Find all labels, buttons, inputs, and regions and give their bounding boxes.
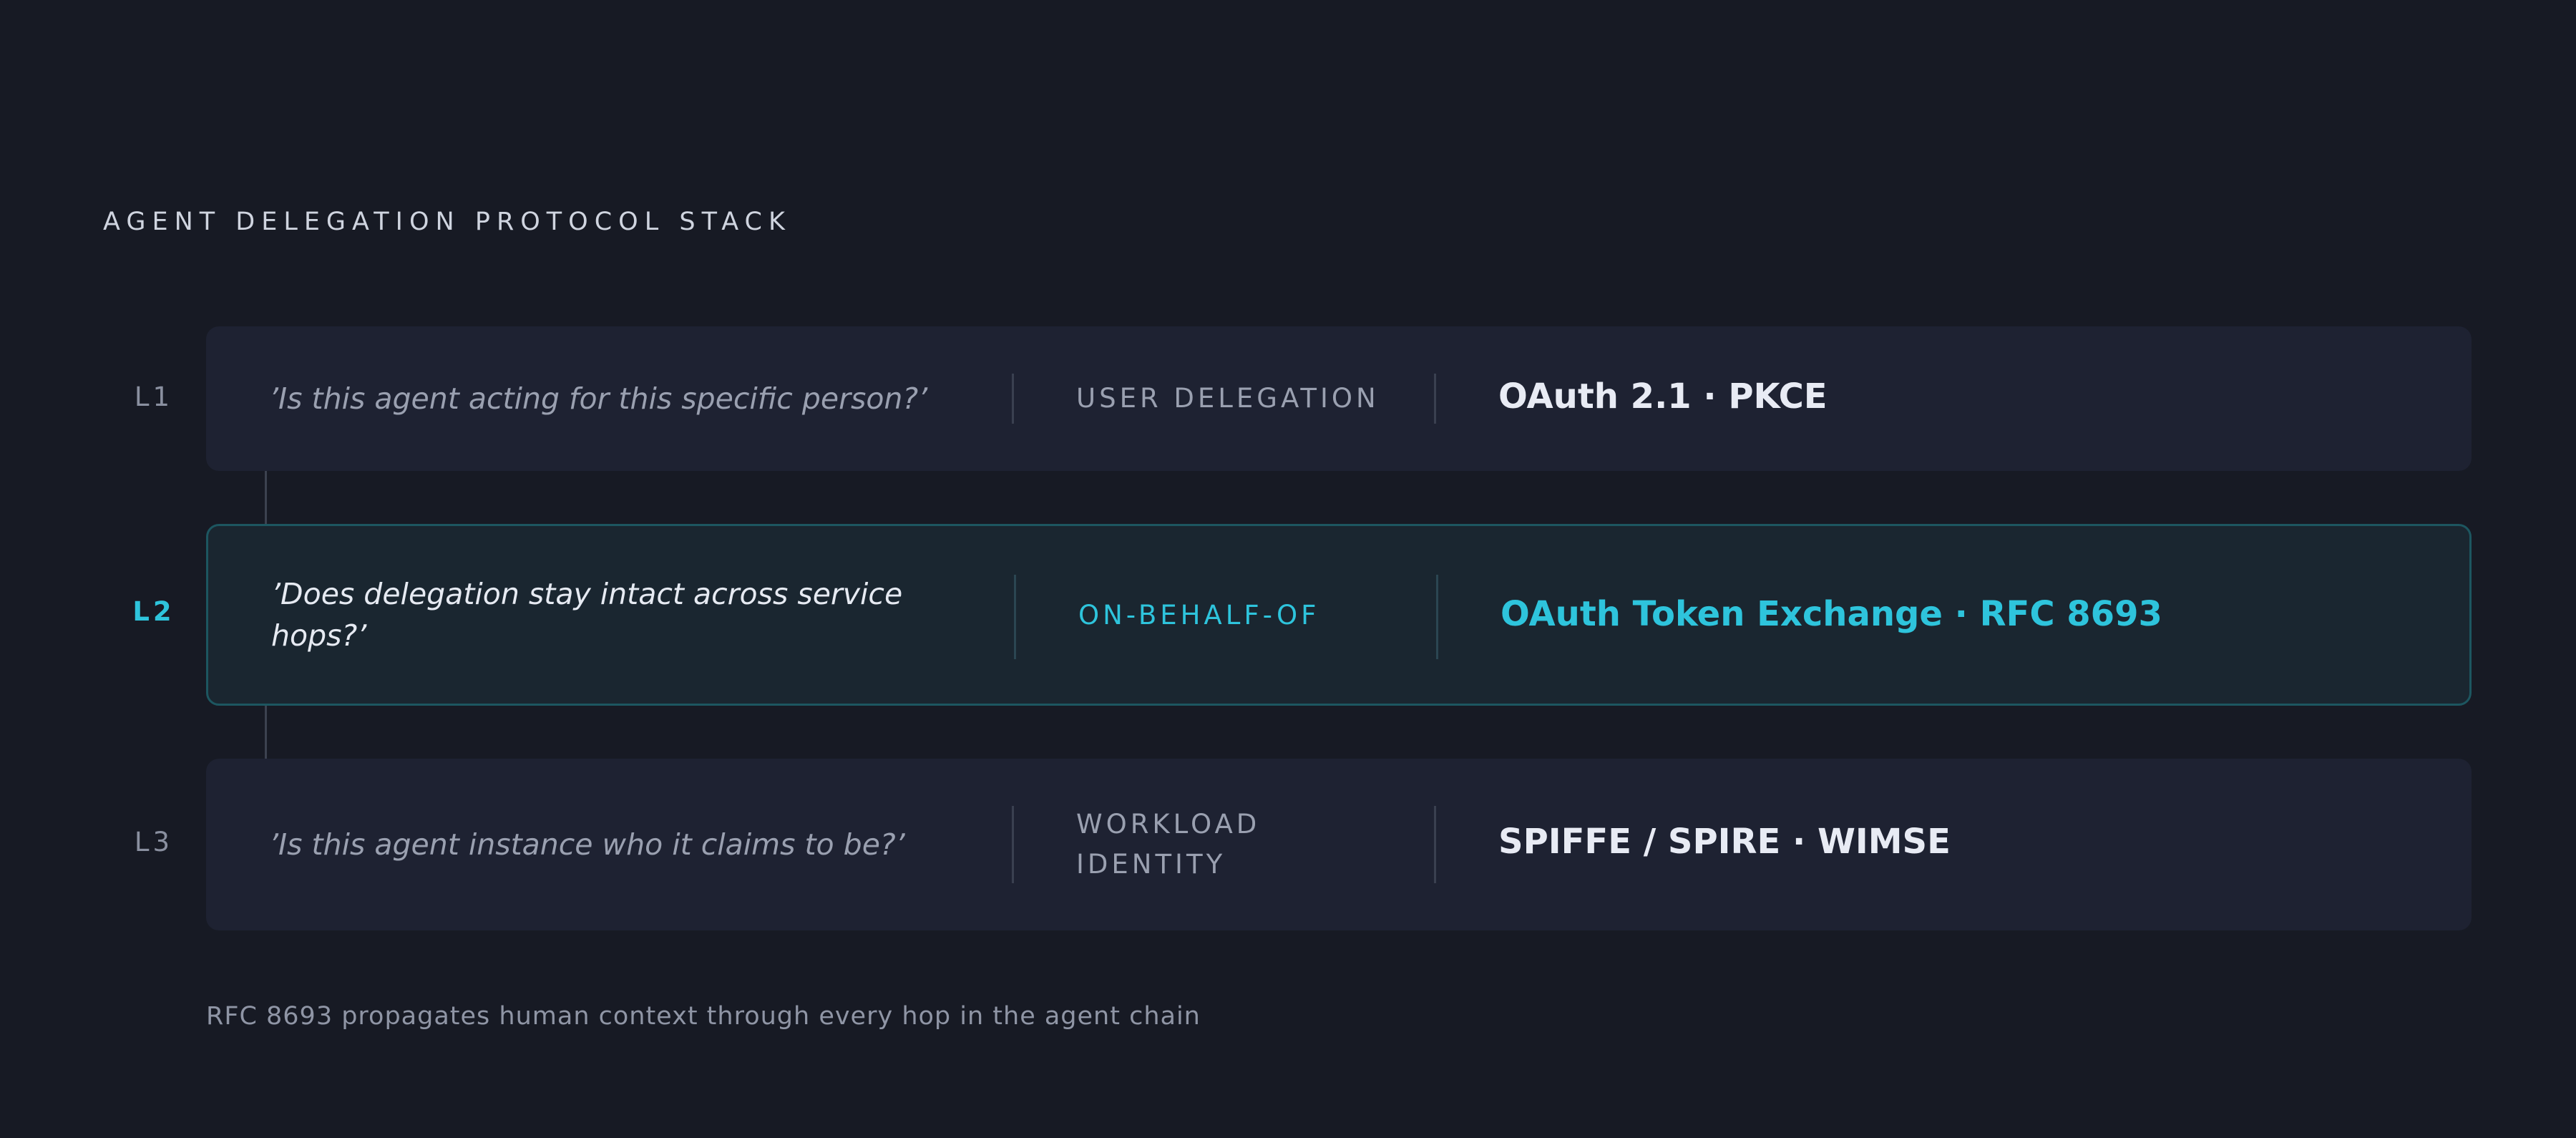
layer-category: WORKLOAD IDENTITY	[1076, 809, 1261, 880]
connector-l2-l3	[265, 706, 267, 759]
diagram-title: AGENT DELEGATION PROTOCOL STACK	[103, 208, 791, 236]
layer-question: ’Is this agent acting for this specific …	[269, 381, 928, 416]
column-divider	[1436, 575, 1438, 659]
layer-protocol: OAuth 2.1 · PKCE	[1498, 376, 1828, 417]
layer-label-l2: L2	[132, 596, 175, 627]
connector-l1-l2	[265, 471, 267, 524]
layer-label-l3: L3	[134, 827, 174, 857]
layer-label-l1: L1	[134, 381, 174, 412]
column-divider	[1434, 374, 1436, 424]
column-divider	[1434, 806, 1436, 883]
layer-card-l3: ’Is this agent instance who it claims to…	[206, 759, 2472, 930]
layer-category: USER DELEGATION	[1076, 383, 1380, 414]
column-divider	[1012, 806, 1014, 883]
layer-protocol: OAuth Token Exchange · RFC 8693	[1501, 594, 2162, 634]
footnote: RFC 8693 propagates human context throug…	[206, 1002, 1201, 1031]
layer-question: ’Is this agent instance who it claims to…	[269, 827, 905, 862]
layer-category: ON-BEHALF-OF	[1078, 600, 1320, 631]
column-divider	[1014, 575, 1016, 659]
layer-protocol: SPIFFE / SPIRE · WIMSE	[1498, 822, 1951, 862]
layer-question: ’Does delegation stay intact across serv…	[271, 577, 903, 653]
layer-card-l2: ’Does delegation stay intact across serv…	[206, 524, 2472, 706]
column-divider	[1012, 374, 1014, 424]
layer-card-l1: ’Is this agent acting for this specific …	[206, 326, 2472, 471]
